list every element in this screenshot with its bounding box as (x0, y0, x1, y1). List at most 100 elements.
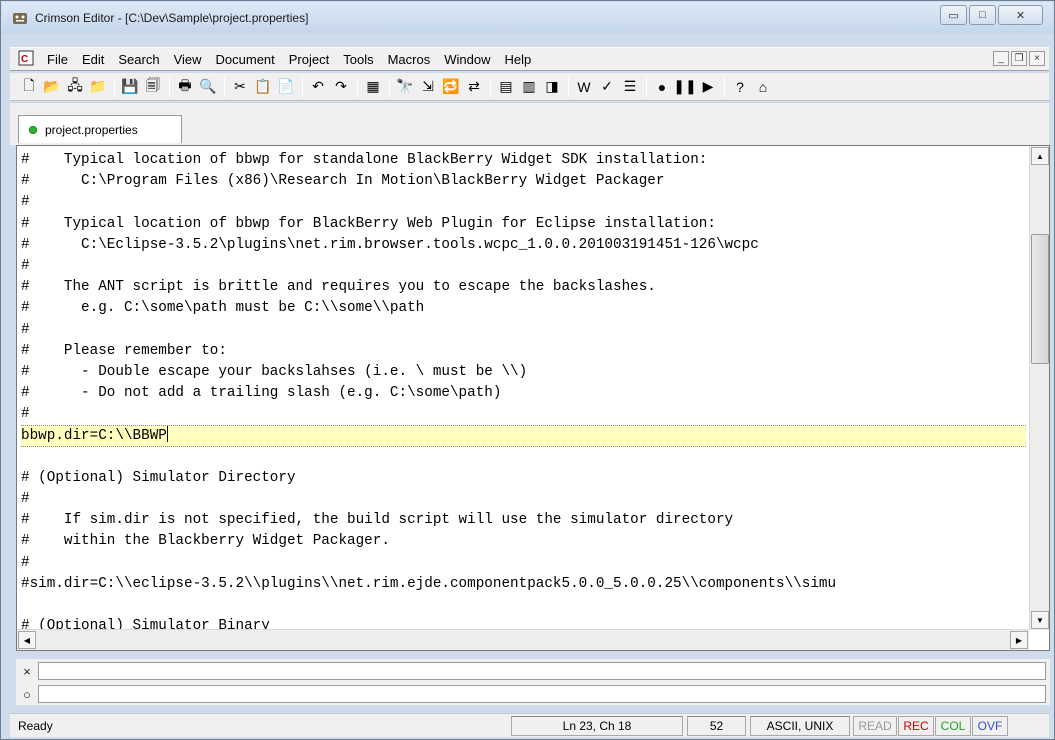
code-line[interactable] (21, 447, 1026, 468)
open-folder-button[interactable]: 📁 (87, 76, 109, 98)
word-wrap-button[interactable]: W (573, 76, 595, 98)
pause-macro-button[interactable]: ❚❚ (673, 76, 696, 98)
save-all-icon: 🗐 (146, 76, 160, 93)
mdi-restore-button[interactable]: ❐ (1011, 51, 1027, 66)
code-line[interactable]: # (21, 404, 1026, 425)
tab-project-properties[interactable]: project.properties (18, 115, 182, 143)
paste-button[interactable]: 📄 (275, 76, 297, 98)
menu-edit[interactable]: Edit (75, 52, 111, 67)
maximize-button[interactable]: □ (969, 5, 996, 25)
code-line[interactable] (21, 595, 1026, 616)
print-button[interactable]: 🖶 (174, 76, 196, 98)
code-line[interactable]: # (21, 489, 1026, 510)
copy-button[interactable]: 📋 (252, 76, 274, 98)
code-line-text: # The ANT script is brittle and requires… (21, 279, 656, 296)
save-button[interactable]: 💾 (119, 76, 141, 98)
menu-window[interactable]: Window (437, 52, 497, 67)
toggle-tabs-button[interactable]: ▥ (518, 76, 540, 98)
output-pane: × (16, 661, 1050, 681)
undo-button[interactable]: ↶ (307, 76, 329, 98)
code-line-text: # C:\Program Files (x86)\Research In Mot… (21, 173, 665, 190)
cut-button[interactable]: ✂ (229, 76, 251, 98)
code-line[interactable]: # - Double escape your backslahses (i.e.… (21, 362, 1026, 383)
toggle-output-button[interactable]: ▤ (495, 76, 517, 98)
copy-icon: 📋 (254, 78, 272, 94)
code-line[interactable]: # C:\Eclipse-3.5.2\plugins\net.rim.brows… (21, 235, 1026, 256)
help-button[interactable]: ? (729, 76, 751, 98)
mdi-minimize-button[interactable]: _ (993, 51, 1009, 66)
code-line[interactable]: # - Do not add a trailing slash (e.g. C:… (21, 383, 1026, 404)
code-line[interactable]: # e.g. C:\some\path must be C:\\some\\pa… (21, 298, 1026, 319)
spell-check-button[interactable]: ✓ (596, 76, 618, 98)
scroll-right-arrow-icon[interactable]: ▶ (1010, 631, 1028, 649)
vertical-scroll-thumb[interactable] (1031, 234, 1049, 364)
code-line[interactable]: # (21, 320, 1026, 341)
document-icon[interactable]: C (18, 50, 36, 68)
play-macro-button[interactable]: ▶ (697, 76, 719, 98)
output-field[interactable] (38, 662, 1046, 680)
code-line[interactable]: # within the Blackberry Widget Packager. (21, 531, 1026, 552)
scroll-down-arrow-icon[interactable]: ▼ (1031, 611, 1049, 629)
menu-view[interactable]: View (167, 52, 209, 67)
code-line[interactable]: #sim.dir=C:\\eclipse-3.5.2\\plugins\\net… (21, 574, 1026, 595)
record-macro-button[interactable]: ● (651, 76, 673, 98)
mdi-close-button[interactable]: × (1029, 51, 1045, 66)
scroll-left-arrow-icon[interactable]: ◀ (18, 631, 36, 649)
scroll-up-arrow-icon[interactable]: ▲ (1031, 147, 1049, 165)
home-button[interactable]: ⌂ (752, 76, 774, 98)
vertical-scrollbar[interactable]: ▲ ▼ (1029, 146, 1049, 630)
open-file-button[interactable]: 📂 (41, 76, 63, 98)
find-button[interactable]: 🔭 (394, 76, 416, 98)
toolbar-separator (224, 76, 225, 97)
replace-next-icon: ⇄ (468, 78, 480, 94)
column-mode-button[interactable]: ▦ (362, 76, 384, 98)
menu-tools[interactable]: Tools (336, 52, 380, 67)
find-next-button[interactable]: ⇲ (417, 76, 439, 98)
open-remote-button[interactable]: 🖧 (64, 76, 86, 98)
menu-search[interactable]: Search (111, 52, 166, 67)
app-icon (12, 10, 28, 26)
word-wrap-icon: W (577, 78, 591, 95)
code-line[interactable]: # Typical location of bbwp for BlackBerr… (21, 214, 1026, 235)
save-icon: 💾 (121, 78, 139, 94)
code-line-text: # (21, 554, 30, 571)
code-line[interactable]: # (Optional) Simulator Directory (21, 468, 1026, 489)
close-button[interactable]: ✕ (998, 5, 1043, 25)
open-remote-icon: 🖧 (67, 76, 83, 93)
encoding-indicator[interactable]: ASCII, UNIX (750, 716, 850, 736)
new-file-button[interactable]: 🗋 (18, 76, 40, 98)
code-line[interactable]: # The ANT script is brittle and requires… (21, 277, 1026, 298)
horizontal-scrollbar[interactable]: ◀ ▶ (17, 629, 1029, 650)
code-line[interactable]: # Please remember to: (21, 341, 1026, 362)
menu-document[interactable]: Document (209, 52, 282, 67)
print-preview-button[interactable]: 🔍 (197, 76, 219, 98)
menu-project[interactable]: Project (282, 52, 336, 67)
code-line-text: # C:\Eclipse-3.5.2\plugins\net.rim.brows… (21, 236, 759, 253)
code-line[interactable]: # (Optional) Simulator Binary (21, 616, 1026, 630)
replace-next-button[interactable]: ⇄ (463, 76, 485, 98)
code-line[interactable]: # (21, 553, 1026, 574)
current-code-line[interactable]: bbwp.dir=C:\\BBWP (21, 425, 1026, 447)
code-line[interactable]: # If sim.dir is not specified, the build… (21, 510, 1026, 531)
editor[interactable]: # Typical location of bbwp for standalon… (16, 145, 1050, 651)
replace-button[interactable]: 🔁 (440, 76, 462, 98)
code-line-text: # e.g. C:\some\path must be C:\\some\\pa… (21, 300, 425, 317)
code-line[interactable]: # (21, 256, 1026, 277)
command-pane-icon[interactable]: ○ (16, 687, 38, 702)
command-field[interactable] (38, 685, 1046, 703)
menu-help[interactable]: Help (497, 52, 538, 67)
toggle-directory-button[interactable]: ◨ (541, 76, 563, 98)
redo-button[interactable]: ↷ (330, 76, 352, 98)
menu-file[interactable]: File (40, 52, 75, 67)
horizontal-scroll-track[interactable] (37, 631, 1007, 649)
menu-macros[interactable]: Macros (381, 52, 438, 67)
code-line[interactable]: # (21, 192, 1026, 213)
code-line[interactable]: # Typical location of bbwp for standalon… (21, 150, 1026, 171)
open-file-icon: 📂 (43, 78, 61, 94)
line-numbers-button[interactable]: ☰ (619, 76, 641, 98)
minimize-button[interactable]: ▭ (940, 5, 967, 25)
close-output-icon[interactable]: × (16, 664, 38, 679)
code-line[interactable]: # C:\Program Files (x86)\Research In Mot… (21, 171, 1026, 192)
code-area[interactable]: # Typical location of bbwp for standalon… (21, 150, 1026, 630)
save-all-button[interactable]: 🗐 (142, 76, 164, 98)
